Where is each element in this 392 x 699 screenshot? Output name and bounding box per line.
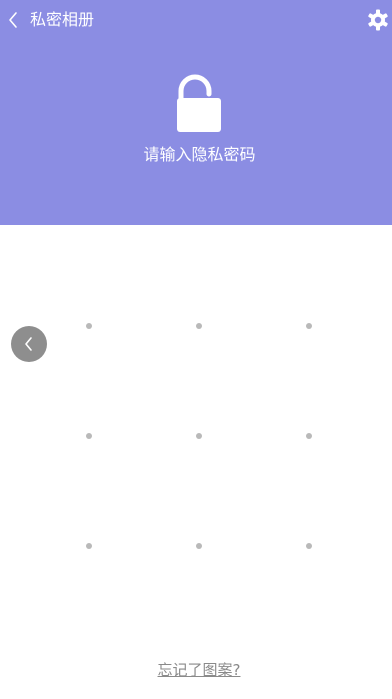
chevron-left-icon xyxy=(9,12,17,28)
side-back-button[interactable] xyxy=(11,326,47,362)
pattern-dot-5[interactable] xyxy=(196,433,202,439)
forgot-pattern-link[interactable]: 忘记了图案? xyxy=(0,659,392,681)
unlocked-padlock-icon xyxy=(177,74,221,132)
pattern-dot-9[interactable] xyxy=(306,543,312,549)
gear-icon xyxy=(368,9,388,31)
private-album-screen: 私密相册 请输入隐私密码 忘记了图案? xyxy=(0,0,392,699)
pattern-dot-1[interactable] xyxy=(86,323,92,329)
settings-button[interactable] xyxy=(366,8,390,32)
pattern-dot-7[interactable] xyxy=(86,543,92,549)
header: 私密相册 请输入隐私密码 xyxy=(0,0,392,225)
pattern-dot-8[interactable] xyxy=(196,543,202,549)
chevron-left-icon xyxy=(25,337,32,351)
pattern-dot-4[interactable] xyxy=(86,433,92,439)
password-prompt: 请输入隐私密码 xyxy=(143,145,256,164)
back-button[interactable] xyxy=(2,6,24,34)
pattern-dot-2[interactable] xyxy=(196,323,202,329)
pattern-dot-6[interactable] xyxy=(306,433,312,439)
pattern-dot-3[interactable] xyxy=(306,323,312,329)
page-title: 私密相册 xyxy=(30,10,95,29)
